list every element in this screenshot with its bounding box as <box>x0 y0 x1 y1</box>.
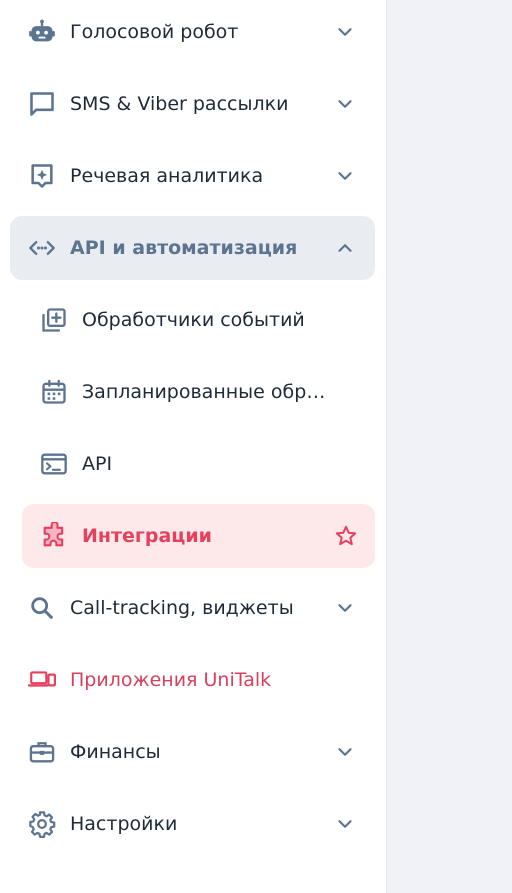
sidebar-item-label: Приложения UniTalk <box>70 669 272 691</box>
sidebar-subitem-event-handlers[interactable]: Обработчики событий <box>22 288 375 352</box>
chevron-up-icon[interactable] <box>333 236 357 260</box>
sidebar-item-settings[interactable]: Настройки <box>10 792 375 856</box>
chevron-down-icon[interactable] <box>333 812 357 836</box>
sidebar-subitem-label: Запланированные обработки <box>82 381 330 403</box>
sidebar-item-call-tracking[interactable]: Call-tracking, виджеты <box>10 576 375 640</box>
message-icon <box>28 90 56 118</box>
sidebar-item-label: Настройки <box>70 813 178 835</box>
sidebar-subitem-label: Обработчики событий <box>82 309 305 331</box>
devices-icon <box>28 666 56 694</box>
briefcase-icon <box>28 738 56 766</box>
sidebar-item-label: Речевая аналитика <box>70 165 264 187</box>
puzzle-icon <box>40 522 68 550</box>
robot-icon <box>28 18 56 46</box>
chevron-down-icon[interactable] <box>333 20 357 44</box>
sparkle-chat-icon <box>28 162 56 190</box>
favorite-star-icon[interactable] <box>333 523 359 549</box>
sidebar-subitem-integrations[interactable]: Интеграции <box>22 504 375 568</box>
sidebar-item-voice-robot[interactable]: Голосовой робот <box>10 0 375 64</box>
sidebar-item-speech-analytics[interactable]: Речевая аналитика <box>10 144 375 208</box>
chevron-down-icon[interactable] <box>333 740 357 764</box>
sidebar-item-label: SMS & Viber рассылки <box>70 93 289 115</box>
sidebar-item-label: Голосовой робот <box>70 21 239 43</box>
sidebar-item-unitalk-apps[interactable]: Приложения UniTalk <box>10 648 375 712</box>
sidebar-item-label: API и автоматизация <box>70 237 298 259</box>
chevron-down-icon[interactable] <box>333 596 357 620</box>
main-content-area <box>387 0 512 893</box>
sidebar-item-finances[interactable]: Финансы <box>10 720 375 784</box>
sidebar-subitem-label: Интеграции <box>82 525 212 547</box>
chevron-down-icon[interactable] <box>333 92 357 116</box>
sidebar-subitem-scheduled-processing[interactable]: Запланированные обработки <box>22 360 375 424</box>
gear-icon <box>28 810 56 838</box>
calendar-icon <box>40 378 68 406</box>
app: Голосовой робот SMS & Viber рассылки Реч… <box>0 0 512 893</box>
library-add-icon <box>40 306 68 334</box>
terminal-icon <box>40 450 68 478</box>
chevron-down-icon[interactable] <box>333 164 357 188</box>
sidebar-item-label: Call-tracking, виджеты <box>70 597 294 619</box>
sidebar-subitem-label: API <box>82 453 113 475</box>
sidebar-item-label: Финансы <box>70 741 161 763</box>
sidebar-item-sms-viber[interactable]: SMS & Viber рассылки <box>10 72 375 136</box>
search-icon <box>28 594 56 622</box>
sidebar: Голосовой робот SMS & Viber рассылки Реч… <box>0 0 387 893</box>
sidebar-subitem-api[interactable]: API <box>22 432 375 496</box>
sidebar-item-api-automation[interactable]: API и автоматизация <box>10 216 375 280</box>
api-icon <box>28 234 56 262</box>
